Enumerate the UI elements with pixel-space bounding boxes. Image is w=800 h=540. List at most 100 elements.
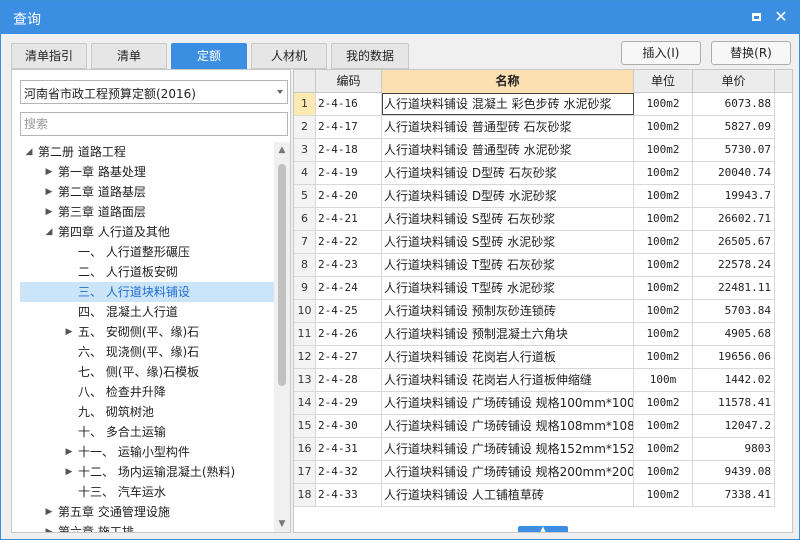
header-code[interactable]: 编码	[316, 70, 382, 93]
quota-unit[interactable]: 100m	[634, 369, 693, 391]
quota-name[interactable]: 人行道块料铺设 D型砖 石灰砂浆	[382, 162, 634, 184]
quota-unit[interactable]: 100m2	[634, 484, 693, 506]
tree-node[interactable]: 二、 人行道板安砌	[20, 262, 274, 282]
quota-unit[interactable]: 100m2	[634, 346, 693, 368]
tree-node[interactable]: 一、 人行道整形碾压	[20, 242, 274, 262]
expanded-arrow-icon[interactable]: ◢	[44, 222, 54, 242]
tree-node[interactable]: ▶ 第二章 道路基层	[20, 182, 274, 202]
quota-price[interactable]: 11578.41	[693, 392, 775, 414]
row-index[interactable]: 6	[294, 208, 316, 230]
table-row[interactable]: 13 2-4-28 人行道块料铺设 花岗岩人行道板伸缩缝 100m 1442.02	[294, 369, 775, 392]
quota-price[interactable]: 9803	[693, 438, 775, 460]
quota-price[interactable]: 20040.74	[693, 162, 775, 184]
quota-unit[interactable]: 100m2	[634, 93, 693, 115]
quota-code[interactable]: 2-4-17	[316, 116, 382, 138]
quota-unit[interactable]: 100m2	[634, 185, 693, 207]
collapsed-arrow-icon[interactable]: ▶	[44, 522, 54, 532]
table-row[interactable]: 5 2-4-20 人行道块料铺设 D型砖 水泥砂浆 100m2 19943.7	[294, 185, 775, 208]
row-index[interactable]: 13	[294, 369, 316, 391]
tab-quota[interactable]: 定额	[171, 43, 247, 69]
quota-price[interactable]: 1442.02	[693, 369, 775, 391]
table-row[interactable]: 11 2-4-26 人行道块料铺设 预制混凝土六角块 100m2 4905.68	[294, 323, 775, 346]
quota-price[interactable]: 26602.71	[693, 208, 775, 230]
tree-node[interactable]: ▶ 十一、 运输小型构件	[20, 442, 274, 462]
quota-price[interactable]: 19656.06	[693, 346, 775, 368]
tree-node[interactable]: ▶ 十二、 场内运输混凝土(熟料)	[20, 462, 274, 482]
quota-price[interactable]: 4905.68	[693, 323, 775, 345]
collapsed-arrow-icon[interactable]: ▶	[44, 182, 54, 202]
quota-price[interactable]: 7338.41	[693, 484, 775, 506]
tree-node[interactable]: 九、 砌筑树池	[20, 402, 274, 422]
row-index[interactable]: 11	[294, 323, 316, 345]
tree-node[interactable]: 三、 人行道块料铺设	[20, 282, 274, 302]
header-name[interactable]: 名称	[382, 70, 634, 93]
table-row[interactable]: 18 2-4-33 人行道块料铺设 人工铺植草砖 100m2 7338.41	[294, 484, 775, 507]
quota-price[interactable]: 5703.84	[693, 300, 775, 322]
table-row[interactable]: 3 2-4-18 人行道块料铺设 普通型砖 水泥砂浆 100m2 5730.07	[294, 139, 775, 162]
replace-button[interactable]: 替换(R)	[711, 41, 791, 65]
row-index[interactable]: 10	[294, 300, 316, 322]
scroll-up-icon[interactable]: ▲	[274, 142, 290, 158]
collapsed-arrow-icon[interactable]: ▶	[64, 442, 74, 462]
collapsed-arrow-icon[interactable]: ▶	[64, 322, 74, 342]
quota-unit[interactable]: 100m2	[634, 208, 693, 230]
quota-library-select[interactable]: 河南省市政工程预算定额(2016)	[20, 80, 288, 104]
quota-name[interactable]: 人行道块料铺设 普通型砖 石灰砂浆	[382, 116, 634, 138]
quota-code[interactable]: 2-4-27	[316, 346, 382, 368]
tree-node[interactable]: ▶ 五、 安砌侧(平、缘)石	[20, 322, 274, 342]
quota-code[interactable]: 2-4-30	[316, 415, 382, 437]
collapse-handle-icon[interactable]: ▲	[518, 526, 568, 532]
quota-code[interactable]: 2-4-26	[316, 323, 382, 345]
quota-name[interactable]: 人行道块料铺设 花岗岩人行道板	[382, 346, 634, 368]
quota-unit[interactable]: 100m2	[634, 277, 693, 299]
row-index[interactable]: 9	[294, 277, 316, 299]
table-row[interactable]: 4 2-4-19 人行道块料铺设 D型砖 石灰砂浆 100m2 20040.74	[294, 162, 775, 185]
row-index[interactable]: 1	[294, 93, 316, 115]
tree-node[interactable]: 十三、 汽车运水	[20, 482, 274, 502]
collapsed-arrow-icon[interactable]: ▶	[44, 202, 54, 222]
quota-code[interactable]: 2-4-31	[316, 438, 382, 460]
row-index[interactable]: 18	[294, 484, 316, 506]
quota-name[interactable]: 人行道块料铺设 广场砖铺设 规格152mm*152mm	[382, 438, 634, 460]
tree-node[interactable]: 八、 检查井升降	[20, 382, 274, 402]
quota-price[interactable]: 6073.88	[693, 93, 775, 115]
row-index[interactable]: 15	[294, 415, 316, 437]
quota-code[interactable]: 2-4-20	[316, 185, 382, 207]
quota-price[interactable]: 12047.2	[693, 415, 775, 437]
collapsed-arrow-icon[interactable]: ▶	[64, 462, 74, 482]
table-row[interactable]: 10 2-4-25 人行道块料铺设 预制灰砂连锁砖 100m2 5703.84	[294, 300, 775, 323]
collapsed-arrow-icon[interactable]: ▶	[44, 162, 54, 182]
tree-node[interactable]: ▶ 第一章 路基处理	[20, 162, 274, 182]
tree-node[interactable]: ◢ 第四章 人行道及其他	[20, 222, 274, 242]
quota-code[interactable]: 2-4-25	[316, 300, 382, 322]
collapsed-arrow-icon[interactable]: ▶	[44, 502, 54, 522]
quota-name[interactable]: 人行道块料铺设 花岗岩人行道板伸缩缝	[382, 369, 634, 391]
quota-name[interactable]: 人行道块料铺设 T型砖 水泥砂浆	[382, 277, 634, 299]
table-row[interactable]: 12 2-4-27 人行道块料铺设 花岗岩人行道板 100m2 19656.06	[294, 346, 775, 369]
close-icon[interactable]: ✕	[773, 9, 789, 25]
quota-code[interactable]: 2-4-22	[316, 231, 382, 253]
row-index[interactable]: 8	[294, 254, 316, 276]
quota-name[interactable]: 人行道块料铺设 广场砖铺设 规格108mm*108mm	[382, 415, 634, 437]
insert-button[interactable]: 插入(I)	[621, 41, 701, 65]
quota-name[interactable]: 人行道块料铺设 预制混凝土六角块	[382, 323, 634, 345]
table-row[interactable]: 15 2-4-30 人行道块料铺设 广场砖铺设 规格108mm*108mm 100m2…	[294, 415, 775, 438]
quota-price[interactable]: 9439.08	[693, 461, 775, 483]
quota-unit[interactable]: 100m2	[634, 116, 693, 138]
quota-code[interactable]: 2-4-23	[316, 254, 382, 276]
scroll-down-icon[interactable]: ▼	[274, 516, 290, 532]
tab-labor-material-machine[interactable]: 人材机	[251, 43, 327, 69]
quota-code[interactable]: 2-4-16	[316, 93, 382, 115]
quota-name[interactable]: 人行道块料铺设 S型砖 水泥砂浆	[382, 231, 634, 253]
quota-price[interactable]: 22481.11	[693, 277, 775, 299]
row-index[interactable]: 14	[294, 392, 316, 414]
quota-unit[interactable]: 100m2	[634, 438, 693, 460]
quota-name[interactable]: 人行道块料铺设 T型砖 石灰砂浆	[382, 254, 634, 276]
quota-price[interactable]: 22578.24	[693, 254, 775, 276]
quota-unit[interactable]: 100m2	[634, 231, 693, 253]
table-row[interactable]: 8 2-4-23 人行道块料铺设 T型砖 石灰砂浆 100m2 22578.24	[294, 254, 775, 277]
quota-code[interactable]: 2-4-28	[316, 369, 382, 391]
quota-name[interactable]: 人行道块料铺设 预制灰砂连锁砖	[382, 300, 634, 322]
tree-node[interactable]: ▶ 第六章 施工排 ...	[20, 522, 274, 532]
quota-unit[interactable]: 100m2	[634, 323, 693, 345]
